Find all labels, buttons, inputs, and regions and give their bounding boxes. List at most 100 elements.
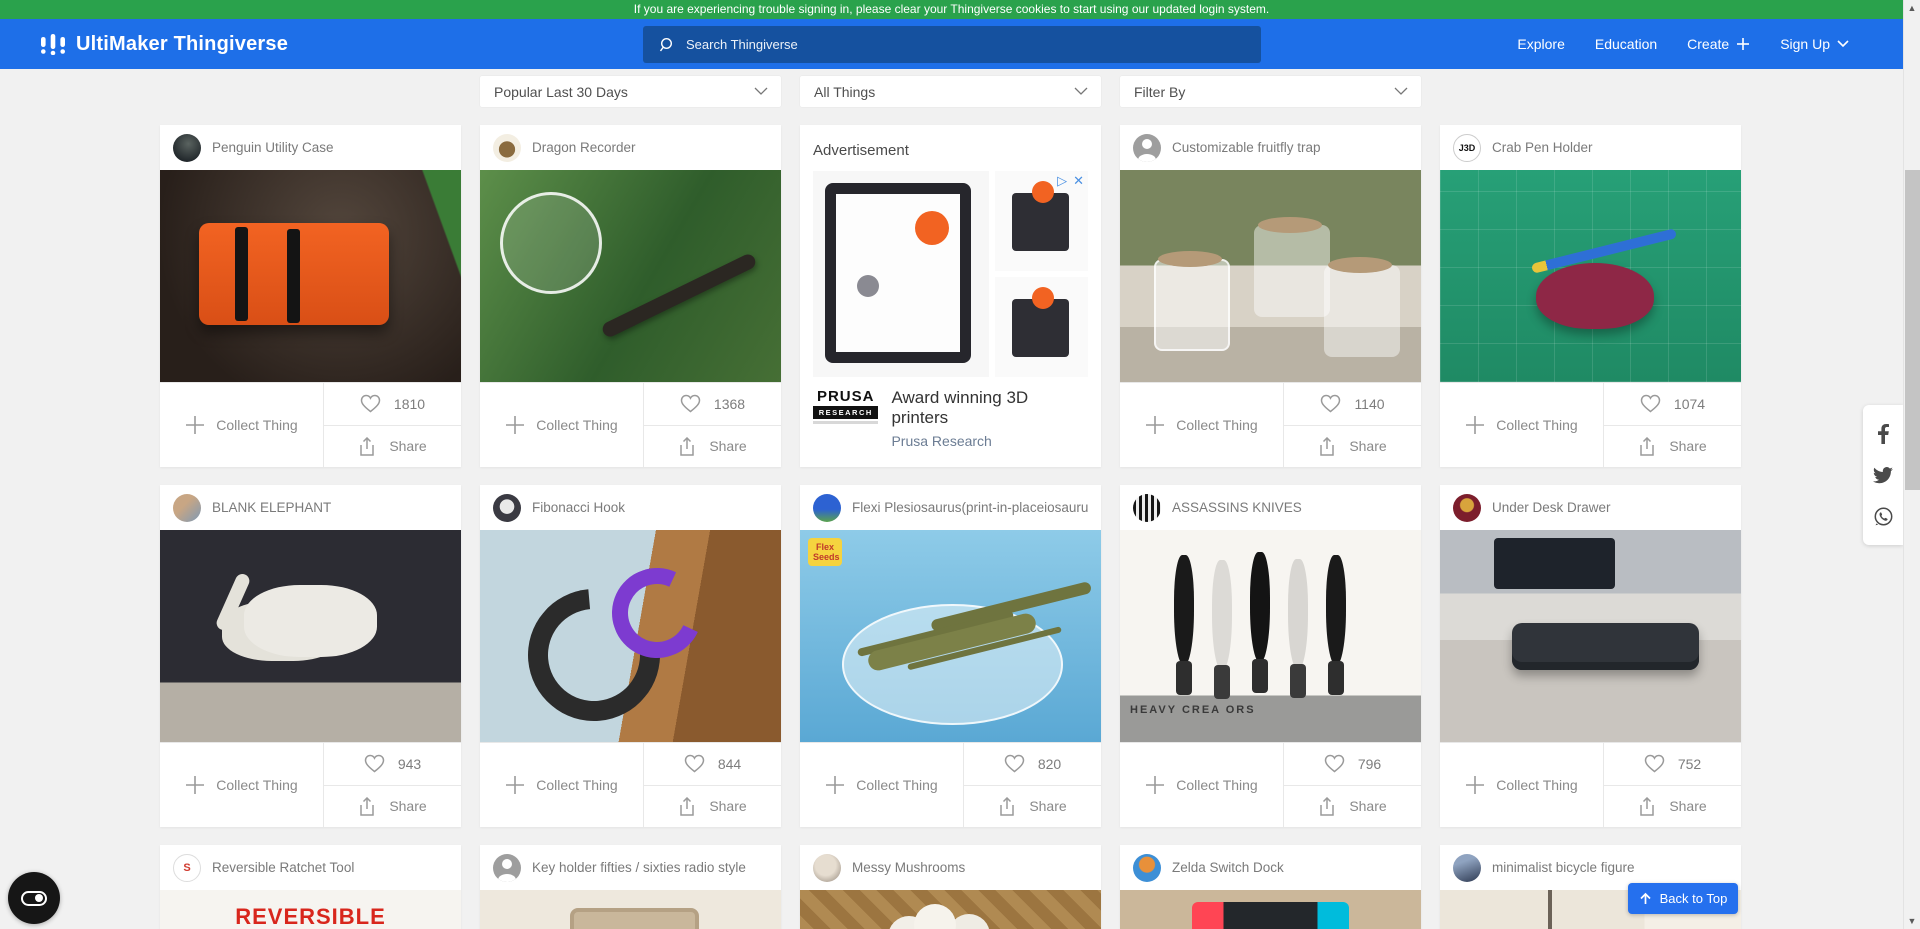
collect-thing-button[interactable]: Collect Thing: [480, 743, 644, 827]
whatsapp-icon[interactable]: [1874, 507, 1893, 526]
collect-thing-button[interactable]: Collect Thing: [1120, 743, 1284, 827]
like-button[interactable]: 844: [644, 743, 781, 786]
thing-card-footer: Collect Thing 844 Share: [480, 742, 781, 827]
search-bar[interactable]: [643, 26, 1261, 63]
like-button[interactable]: 1810: [324, 383, 461, 426]
creator-avatar[interactable]: [1133, 854, 1161, 882]
thing-title[interactable]: ASSASSINS KNIVES: [1172, 500, 1302, 515]
filter-by-dropdown[interactable]: Filter By: [1120, 76, 1421, 107]
search-input[interactable]: [686, 37, 1245, 52]
thing-image[interactable]: [1440, 530, 1741, 742]
thing-image[interactable]: [480, 530, 781, 742]
share-button[interactable]: Share: [644, 426, 781, 468]
share-button[interactable]: Share: [1284, 786, 1421, 828]
like-button[interactable]: 752: [1604, 743, 1741, 786]
collect-thing-button[interactable]: Collect Thing: [480, 383, 644, 467]
share-button[interactable]: Share: [644, 786, 781, 828]
ad-printer-image-bottom[interactable]: [995, 277, 1088, 377]
creator-avatar[interactable]: J3D: [1453, 134, 1481, 162]
collect-thing-button[interactable]: Collect Thing: [800, 743, 964, 827]
thing-title[interactable]: Reversible Ratchet Tool: [212, 860, 354, 875]
twitter-icon[interactable]: [1873, 467, 1893, 484]
thing-image[interactable]: [160, 530, 461, 742]
creator-avatar[interactable]: [813, 854, 841, 882]
collect-thing-button[interactable]: Collect Thing: [160, 743, 324, 827]
thing-image[interactable]: REVERSIBLE: [160, 890, 461, 929]
collect-thing-button[interactable]: Collect Thing: [1440, 743, 1604, 827]
share-button[interactable]: Share: [1284, 426, 1421, 468]
share-button[interactable]: Share: [1604, 786, 1741, 828]
thing-image[interactable]: Flex Seeds: [800, 530, 1101, 742]
adchoices-icon[interactable]: ▷: [1057, 173, 1067, 189]
thing-title[interactable]: Messy Mushrooms: [852, 860, 965, 875]
nav-link-education[interactable]: Education: [1595, 36, 1657, 52]
thing-image[interactable]: HEAVY CREA ORS: [1120, 530, 1421, 742]
cookie-settings-button[interactable]: [8, 872, 60, 924]
creator-avatar[interactable]: [173, 134, 201, 162]
thing-image[interactable]: [480, 170, 781, 382]
thing-title[interactable]: Crab Pen Holder: [1492, 140, 1593, 155]
vertical-scrollbar[interactable]: ▲ ▼: [1903, 0, 1920, 929]
thing-image[interactable]: [160, 170, 461, 382]
brand-logo[interactable]: UltiMaker Thingiverse: [40, 19, 288, 69]
thing-image[interactable]: [800, 890, 1101, 929]
creator-avatar[interactable]: [493, 854, 521, 882]
share-button[interactable]: Share: [324, 786, 461, 828]
like-button[interactable]: 1368: [644, 383, 781, 426]
category-dropdown[interactable]: All Things: [800, 76, 1101, 107]
scrollbar-down-arrow[interactable]: ▼: [1904, 916, 1920, 926]
thing-image[interactable]: [1440, 170, 1741, 382]
like-button[interactable]: 820: [964, 743, 1101, 786]
nav-link-signup[interactable]: Sign Up: [1780, 36, 1849, 52]
thing-title[interactable]: Penguin Utility Case: [212, 140, 334, 155]
thing-title[interactable]: Key holder fifties / sixties radio style: [532, 860, 746, 875]
thing-image[interactable]: [480, 890, 781, 929]
thing-title[interactable]: BLANK ELEPHANT: [212, 500, 331, 515]
scrollbar-up-arrow[interactable]: ▲: [1904, 3, 1920, 13]
filter-by-dropdown-value: Filter By: [1134, 84, 1185, 100]
facebook-icon[interactable]: [1878, 424, 1889, 444]
share-label: Share: [389, 798, 426, 814]
like-button[interactable]: 1074: [1604, 383, 1741, 426]
share-button[interactable]: Share: [324, 426, 461, 468]
scrollbar-thumb[interactable]: [1905, 170, 1920, 490]
like-button[interactable]: 943: [324, 743, 461, 786]
thing-card: S Reversible Ratchet Tool REVERSIBLE Col…: [160, 845, 461, 929]
creator-avatar[interactable]: [493, 494, 521, 522]
heart-icon: [1640, 394, 1661, 413]
collect-thing-button[interactable]: Collect Thing: [1120, 383, 1284, 467]
nav-link-explore[interactable]: Explore: [1517, 36, 1564, 52]
advertisement-banner[interactable]: ▷ ✕: [813, 171, 1088, 377]
creator-avatar[interactable]: [813, 494, 841, 522]
back-to-top-button[interactable]: Back to Top: [1628, 883, 1738, 914]
thing-title[interactable]: Under Desk Drawer: [1492, 500, 1611, 515]
thing-title[interactable]: Customizable fruitfly trap: [1172, 140, 1321, 155]
thing-title[interactable]: Flexi Plesiosaurus(print-in-placeiosauru…: [852, 500, 1088, 515]
nav-link-create[interactable]: Create: [1687, 36, 1750, 52]
collect-thing-button[interactable]: Collect Thing: [160, 383, 324, 467]
creator-avatar[interactable]: [173, 494, 201, 522]
creator-avatar[interactable]: [493, 134, 521, 162]
like-share-column: 1074 Share: [1604, 383, 1741, 467]
creator-avatar[interactable]: [1453, 854, 1481, 882]
sort-dropdown[interactable]: Popular Last 30 Days: [480, 76, 781, 107]
creator-avatar[interactable]: S: [173, 854, 201, 882]
like-button[interactable]: 1140: [1284, 383, 1421, 426]
thing-title[interactable]: Zelda Switch Dock: [1172, 860, 1284, 875]
collect-thing-button[interactable]: Collect Thing: [1440, 383, 1604, 467]
creator-avatar-text: S: [183, 862, 190, 874]
like-button[interactable]: 796: [1284, 743, 1421, 786]
share-button[interactable]: Share: [1604, 426, 1741, 468]
ad-headline[interactable]: Award winning 3D printers: [891, 388, 1088, 428]
share-button[interactable]: Share: [964, 786, 1101, 828]
thing-image[interactable]: [1120, 170, 1421, 382]
thing-title[interactable]: Fibonacci Hook: [532, 500, 625, 515]
ad-close-icon[interactable]: ✕: [1073, 173, 1084, 189]
thing-title[interactable]: minimalist bicycle figure: [1492, 860, 1635, 875]
thing-title[interactable]: Dragon Recorder: [532, 140, 636, 155]
creator-avatar[interactable]: [1133, 494, 1161, 522]
creator-avatar[interactable]: [1133, 134, 1161, 162]
creator-avatar[interactable]: [1453, 494, 1481, 522]
ad-printer-image-large[interactable]: [813, 171, 989, 377]
thing-image[interactable]: [1120, 890, 1421, 929]
